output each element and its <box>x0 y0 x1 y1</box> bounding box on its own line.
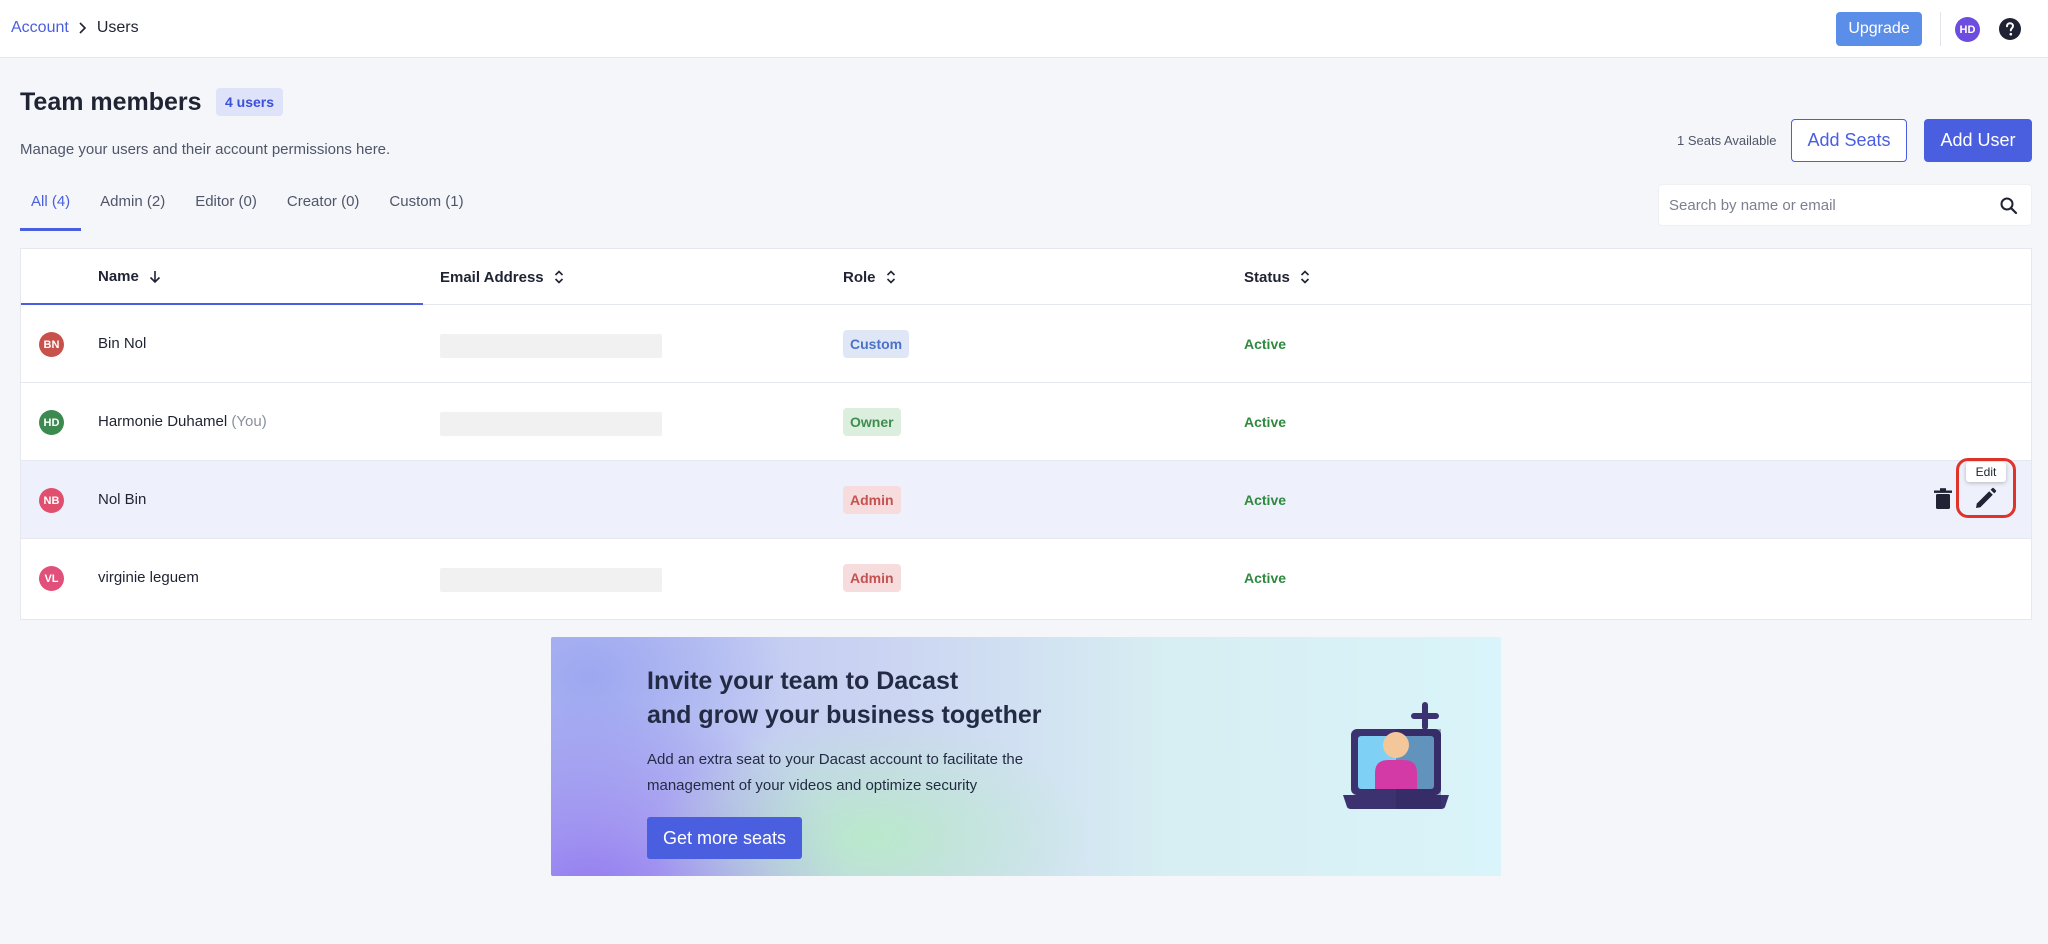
sort-icon <box>1300 270 1309 284</box>
tab-all[interactable]: All (4) <box>20 185 82 231</box>
role-badge: Admin <box>843 486 901 514</box>
email-redacted <box>440 568 662 592</box>
user-name-text: Harmonie Duhamel <box>98 413 228 430</box>
sort-icon <box>886 270 895 284</box>
search-input[interactable] <box>1669 185 1989 225</box>
trash-icon[interactable] <box>1932 487 1954 511</box>
table-row[interactable]: NB Nol Bin Admin Active Edit <box>21 458 2031 539</box>
page-subtitle: Manage your users and their account perm… <box>20 141 391 158</box>
banner-title-line2: and grow your business together <box>647 701 1042 729</box>
edit-tooltip: Edit <box>1966 462 2006 482</box>
add-user-illustration-icon <box>1343 702 1449 809</box>
invite-banner: Invite your team to Dacast and grow your… <box>551 637 1501 876</box>
role-badge: Admin <box>843 564 901 592</box>
user-avatar[interactable]: HD <box>1955 17 1980 42</box>
banner-title: Invite your team to Dacast and grow your… <box>647 664 1042 732</box>
breadcrumb-account-link[interactable]: Account <box>11 19 69 37</box>
sort-icon <box>554 270 563 284</box>
add-user-button[interactable]: Add User <box>1924 119 2032 162</box>
you-label: (You) <box>231 413 267 430</box>
avatar: VL <box>39 566 64 591</box>
banner-title-line1: Invite your team to Dacast <box>647 667 959 695</box>
breadcrumb-current: Users <box>96 19 139 36</box>
table-row[interactable]: HD Harmonie Duhamel (You) Owner Active <box>21 383 2031 461</box>
table-header: Name Email Address Role Status <box>21 249 2031 305</box>
divider <box>1940 12 1941 46</box>
user-name-text: Nol Bin <box>98 491 147 508</box>
status-text: Active <box>1244 336 1287 352</box>
column-email[interactable]: Email Address <box>440 268 566 286</box>
status-text: Active <box>1244 492 1287 508</box>
pencil-icon[interactable] <box>1972 486 1998 512</box>
user-name-text: virginie leguem <box>98 569 199 586</box>
page-title: Team members <box>20 88 202 116</box>
column-status[interactable]: Status <box>1244 268 1312 286</box>
user-count-badge: 4 users <box>216 88 284 116</box>
help-icon[interactable] <box>1998 17 2022 41</box>
filter-tabs: All (4) Admin (2) Editor (0) Creator (0)… <box>20 185 494 231</box>
status-text: Active <box>1244 570 1287 586</box>
tab-creator[interactable]: Creator (0) <box>287 185 360 231</box>
user-name: Nol Bin <box>98 491 146 508</box>
column-name[interactable]: Name <box>98 268 163 285</box>
user-name: Bin Nol <box>98 335 146 352</box>
breadcrumb: Account Users <box>11 19 139 37</box>
user-name: Harmonie Duhamel (You) <box>98 413 267 430</box>
avatar: NB <box>39 488 64 513</box>
arrow-down-icon <box>149 270 160 283</box>
tab-editor[interactable]: Editor (0) <box>195 185 257 231</box>
email-redacted <box>440 334 662 358</box>
user-name-text: Bin Nol <box>98 335 147 352</box>
avatar: HD <box>39 410 64 435</box>
chevron-right-icon <box>79 22 86 34</box>
add-seats-button[interactable]: Add Seats <box>1791 119 1907 162</box>
tab-admin[interactable]: Admin (2) <box>100 185 165 231</box>
banner-text: Add an extra seat to your Dacast account… <box>647 751 1024 794</box>
email-redacted <box>440 412 662 436</box>
upgrade-button[interactable]: Upgrade <box>1836 12 1922 46</box>
avatar: BN <box>39 332 64 357</box>
column-email-label: Email Address <box>440 268 544 286</box>
table-row[interactable]: BN Bin Nol Custom Active <box>21 305 2031 383</box>
role-badge: Owner <box>843 408 901 436</box>
table-row[interactable]: VL virginie leguem Admin Active <box>21 539 2031 617</box>
seats-available: 1 Seats Available <box>1677 133 1777 148</box>
tab-custom[interactable]: Custom (1) <box>389 185 463 231</box>
search-icon[interactable] <box>1999 196 2019 216</box>
column-status-label: Status <box>1244 268 1290 286</box>
top-bar: Account Users Upgrade HD <box>0 0 2048 58</box>
column-role-label: Role <box>843 268 876 286</box>
users-table: Name Email Address Role Status BN Bin No… <box>20 248 2032 620</box>
column-name-label: Name <box>98 268 139 285</box>
get-more-seats-button[interactable]: Get more seats <box>647 817 802 859</box>
search-box <box>1658 184 2032 226</box>
role-badge: Custom <box>843 330 910 358</box>
status-text: Active <box>1244 414 1287 430</box>
user-name: virginie leguem <box>98 569 199 586</box>
column-role[interactable]: Role <box>843 268 898 286</box>
